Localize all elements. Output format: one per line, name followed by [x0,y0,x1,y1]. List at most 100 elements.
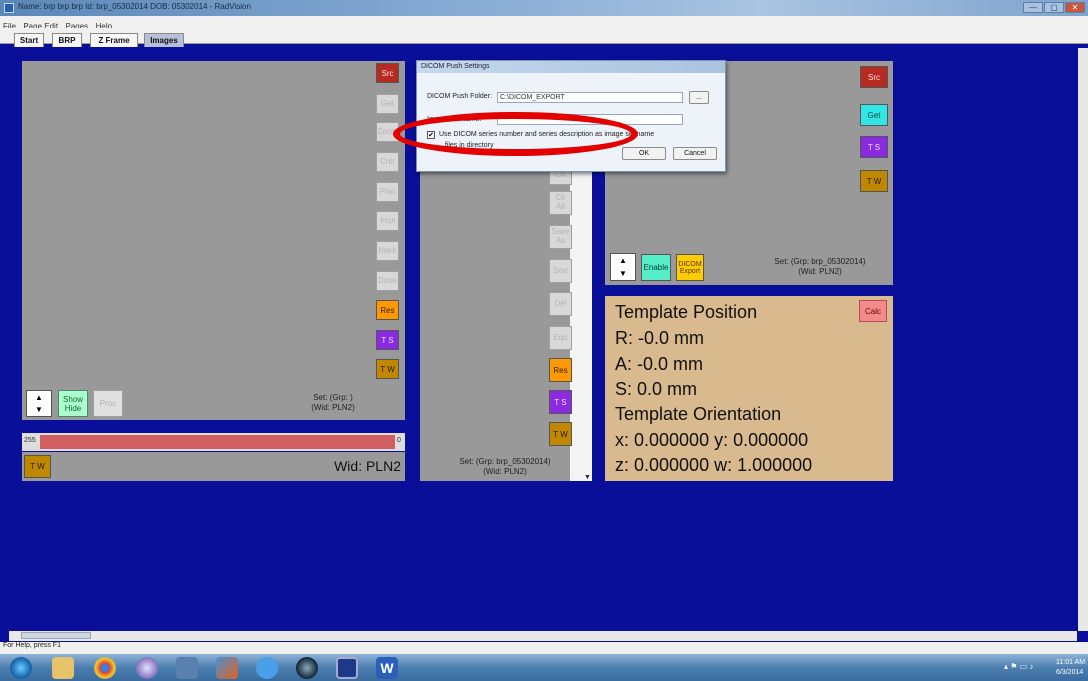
calc-button[interactable]: Calc [859,300,887,322]
tab-brp[interactable]: BRP [52,33,82,47]
up-down-stepper[interactable]: ▲ ▼ [26,390,52,417]
app-icon [4,3,14,13]
app-sphere-icon[interactable] [136,657,158,679]
del-button[interactable]: Del [549,292,572,316]
template-xy-value: x: 0.000000 y: 0.000000 [615,430,809,450]
template-r-value: R: -0.0 mm [615,328,705,348]
window-title: Name: brp brp brp Id: brp_05302014 DOB: … [18,2,251,11]
right-set-width-text: (Wid: PLN2) [798,267,842,276]
left-image-viewer[interactable] [22,61,405,420]
middle-set-info: Set: (Grp: brp_05302014) (Wid: PLN2) [445,457,565,477]
slider-fill [40,435,395,449]
res-button[interactable]: Res [376,300,399,320]
right-down-arrow-icon[interactable]: ▼ [619,269,627,278]
right-get-button[interactable]: Get [860,104,888,126]
save-as-button[interactable]: Save As [549,225,572,249]
tab-start[interactable]: Start [14,33,44,47]
right-set-group-text: Set: (Grp: brp_05302014) [774,257,866,266]
chrome-icon[interactable] [94,657,116,679]
hide-label: Hide [64,403,82,413]
slider-min-label: 255 [24,437,36,444]
enable-button[interactable]: Enable [641,254,671,281]
red-highlight-ellipse [393,112,638,156]
template-position-title: Template Position [615,302,758,322]
right-set-info: Set: (Grp: brp_05302014) (Wid: PLN2) [760,257,880,277]
get-button[interactable]: Get [376,94,399,114]
src-button[interactable]: Src [376,63,399,83]
browse-button[interactable]: ... [689,91,709,104]
dicom-export-button[interactable]: DICOM Export [676,254,704,281]
set-group-text: Set: (Grp: ) [313,393,353,402]
taskbar [0,654,1088,681]
mark-button[interactable]: Mark [376,241,399,261]
show-hide-button[interactable]: Show Hide [58,390,88,417]
plan-button[interactable]: Plan [376,182,399,202]
start-orb-icon[interactable] [10,657,32,679]
scrollbar-thumb[interactable] [21,632,91,639]
virtualbox-icon[interactable] [176,657,198,679]
down-arrow-icon[interactable]: ▼ [35,405,43,414]
proc-button[interactable]: Proc [93,390,123,417]
show-label: Show [62,394,83,404]
right-src-button[interactable]: Src [860,66,888,88]
implant-button[interactable]: Impl [376,211,399,231]
tw-button[interactable]: T W [376,359,399,379]
equ-button[interactable]: Equ [549,326,572,350]
radvision-icon[interactable] [336,657,358,679]
file-explorer-icon[interactable] [52,657,74,679]
ok-button[interactable]: OK [622,147,666,160]
push-folder-label: DICOM Push Folder: [427,93,492,100]
set-width-text: (Wid: PLN2) [311,403,355,412]
window-level-slider[interactable]: 255 0 [22,433,405,451]
wid-bar: T W Wid: PLN2 [22,452,405,481]
internet-explorer-icon[interactable] [256,657,278,679]
template-info-panel: Calc Template Position R: -0.0 mm A: -0.… [605,296,893,481]
ts-button[interactable]: T S [376,330,399,350]
app-dark-sphere-icon[interactable] [296,657,318,679]
wid-label: Wid: PLN2 [334,458,401,474]
middle-res-button[interactable]: Res [549,358,572,382]
status-text: For Help, press F1 [3,642,61,649]
middle-set-group-text: Set: (Grp: brp_05302014) [459,457,551,466]
horizontal-scrollbar[interactable] [9,631,1077,641]
clr-all-button[interactable]: Clr All [549,191,572,215]
template-s-value: S: 0.0 mm [615,379,698,399]
close-button[interactable]: ✕ [1065,2,1085,13]
template-zw-value: z: 0.000000 w: 1.000000 [615,455,813,475]
cancel-button[interactable]: Cancel [673,147,717,160]
dose-button[interactable]: Dose [376,271,399,291]
right-up-arrow-icon[interactable]: ▲ [619,256,627,265]
right-tw-button[interactable]: T W [860,170,888,192]
template-a-value: A: -0.0 mm [615,354,704,374]
system-tray: ▴ ⚑ ▭ ♪ 11:01 AM 6/3/2014 [1000,656,1088,681]
menu-bar: File Page Edit Pages Help [0,16,1088,31]
word-icon[interactable]: W [376,657,398,679]
vertical-scrollbar[interactable] [1078,48,1088,631]
middle-set-width-text: (Wid: PLN2) [483,467,527,476]
tab-z-frame[interactable]: Z Frame [90,33,138,47]
slider-max-label: 0 [397,437,401,444]
middle-ts-button[interactable]: T S [549,390,572,414]
center-button[interactable]: Cntr [376,152,399,172]
matlab-icon[interactable] [216,657,238,679]
up-arrow-icon[interactable]: ▲ [35,393,43,402]
clock-time[interactable]: 11:01 AM [1056,659,1085,666]
right-ts-button[interactable]: T S [860,136,888,158]
tab-images[interactable]: Images [144,33,184,47]
title-bar: Name: brp brp brp Id: brp_05302014 DOB: … [0,0,1088,16]
left-set-info: Set: (Grp: ) (Wid: PLN2) [283,393,383,413]
status-bar: For Help, press F1 [0,642,1088,654]
sort-button[interactable]: Sort [549,259,572,283]
template-orientation-title: Template Orientation [615,404,782,424]
clock-date[interactable]: 6/3/2014 [1056,669,1083,676]
push-folder-input[interactable]: C:\DICOM_EXPORT [497,92,683,103]
minimize-button[interactable]: — [1023,2,1043,13]
export-label: Export [679,267,701,275]
right-up-down-stepper[interactable]: ▲ ▼ [610,253,636,281]
middle-tw-button[interactable]: T W [549,422,572,446]
maximize-button[interactable]: ▢ [1044,2,1064,13]
scroll-down-icon[interactable]: ▼ [584,474,591,481]
tray-icons[interactable]: ▴ ⚑ ▭ ♪ [1004,662,1033,671]
dicom-label: DICOM [678,260,702,268]
tw-button-bottom[interactable]: T W [24,455,51,478]
